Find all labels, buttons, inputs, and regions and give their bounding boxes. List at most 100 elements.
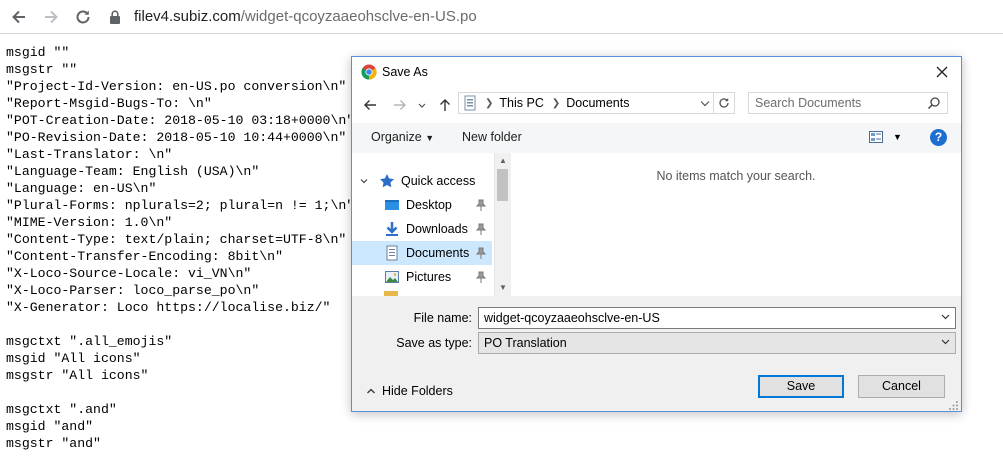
url-path: /widget-qcoyzaaeohsclve-en-US.po — [240, 8, 477, 25]
back-arrow-icon — [364, 100, 376, 110]
po-line: msgctxt ".all_emojis" — [6, 334, 173, 349]
hide-folders-toggle[interactable]: Hide Folders — [366, 384, 453, 398]
resize-grip-icon[interactable] — [949, 401, 959, 411]
file-name-field[interactable] — [478, 307, 956, 329]
nav-item-pictures[interactable]: Pictures — [352, 265, 492, 289]
dialog-forward-button[interactable] — [391, 96, 409, 114]
chevron-down-icon[interactable] — [941, 314, 950, 320]
po-line: "PO-Revision-Date: 2018-05-10 10:44+0000… — [6, 130, 347, 145]
up-arrow-icon — [440, 99, 450, 111]
save-type-label: Save as type: — [396, 336, 472, 350]
chrome-logo-icon — [361, 64, 377, 80]
breadcrumb-documents[interactable]: Documents — [566, 96, 629, 110]
close-button[interactable] — [931, 61, 953, 83]
po-line: msgstr "All icons" — [6, 368, 149, 383]
save-as-dialog: Save As ❯ This PC ❯ Documents Search Doc… — [351, 56, 962, 412]
desktop-folder-icon — [385, 200, 399, 210]
address-bar[interactable]: filev4.subiz.com/widget-qcoyzaaeohsclve-… — [108, 0, 477, 33]
po-line: "Content-Transfer-Encoding: 8bit\n" — [6, 249, 283, 264]
cancel-button[interactable]: Cancel — [858, 375, 945, 398]
po-line: "X-Loco-Source-Locale: vi_VN\n" — [6, 266, 252, 281]
organize-button[interactable]: Organize ▼ — [371, 130, 434, 144]
pin-icon — [476, 199, 486, 211]
chevron-down-icon — [941, 339, 950, 345]
breadcrumb-controls — [697, 93, 734, 113]
po-line: "X-Generator: Loco https://localise.biz/… — [6, 300, 331, 315]
scroll-down-icon[interactable]: ▼ — [498, 283, 508, 293]
file-name-label: File name: — [413, 311, 472, 325]
help-button[interactable]: ? — [930, 129, 947, 146]
dialog-navbar: ❯ This PC ❯ Documents — [352, 87, 961, 123]
caret-down-icon: ▼ — [425, 133, 435, 143]
browser-window: filev4.subiz.com/widget-qcoyzaaeohsclve-… — [0, 0, 1003, 459]
back-button[interactable] — [9, 7, 29, 27]
po-line: "POT-Creation-Date: 2018-05-10 03:18+000… — [6, 113, 355, 128]
organize-label: Organize — [371, 130, 422, 144]
reload-button[interactable] — [73, 7, 93, 27]
nav-item-label: Quick access — [401, 174, 476, 188]
po-line: "Project-Id-Version: en-US.po conversion… — [6, 79, 347, 94]
file-name-input[interactable] — [484, 310, 924, 326]
view-icon — [869, 131, 883, 143]
nav-item-desktop[interactable]: Desktop — [352, 193, 492, 217]
hide-folders-label: Hide Folders — [382, 384, 453, 398]
pictures-icon — [385, 271, 399, 283]
view-options-button[interactable]: ▼ — [869, 131, 902, 143]
up-folder-button[interactable] — [436, 96, 454, 114]
file-list-pane[interactable]: No items match your search. — [510, 153, 961, 296]
nav-item-label: Pictures — [406, 270, 452, 284]
forward-arrow-icon — [45, 10, 58, 24]
po-line: msgid "" — [6, 45, 70, 60]
po-line: msgstr "and" — [6, 436, 101, 451]
reload-icon — [76, 10, 90, 24]
nav-item-downloads[interactable]: Downloads — [352, 217, 492, 241]
dialog-title: Save As — [382, 65, 428, 79]
refresh-icon[interactable] — [713, 93, 734, 113]
expand-chevron-icon[interactable] — [359, 176, 369, 186]
scroll-up-icon[interactable]: ▲ — [498, 156, 508, 166]
search-input[interactable] — [755, 95, 920, 111]
new-folder-button[interactable]: New folder — [462, 130, 522, 144]
url-text: filev4.subiz.com/widget-qcoyzaaeohsclve-… — [134, 8, 477, 25]
nav-item-quick-access[interactable]: Quick access — [352, 169, 492, 193]
forward-button[interactable] — [41, 7, 61, 27]
breadcrumb[interactable]: ❯ This PC ❯ Documents — [458, 92, 735, 114]
search-box[interactable] — [748, 92, 948, 114]
dialog-file-area: Quick access Desktop Downloads Documents — [352, 153, 961, 296]
po-line: "Content-Type: text/plain; charset=UTF-8… — [6, 232, 347, 247]
po-line: "Last-Translator: \n" — [6, 147, 173, 162]
chevron-up-icon — [367, 388, 375, 394]
dialog-titlebar: Save As — [352, 57, 961, 87]
po-line: "Report-Msgid-Bugs-To: \n" — [6, 96, 212, 111]
po-line: msgctxt ".and" — [6, 402, 117, 417]
nav-scrollbar[interactable]: ▲ ▼ — [494, 153, 510, 296]
save-type-select[interactable]: PO Translation — [478, 332, 956, 354]
forward-arrow-icon — [394, 100, 406, 110]
nav-item-label: Downloads — [406, 222, 468, 236]
po-line — [6, 316, 354, 333]
po-line: "X-Loco-Parser: loco_parse_po\n" — [6, 283, 260, 298]
empty-message: No items match your search. — [656, 169, 816, 183]
save-button[interactable]: Save — [758, 375, 844, 398]
breadcrumb-dropdown-icon[interactable] — [697, 93, 713, 113]
breadcrumb-chevron-icon: ❯ — [551, 97, 561, 109]
back-arrow-icon — [12, 10, 25, 24]
search-icon[interactable] — [927, 96, 941, 110]
po-line: "MIME-Version: 1.0\n" — [6, 215, 173, 230]
recent-locations-button[interactable] — [416, 96, 428, 114]
dialog-back-button[interactable] — [361, 96, 379, 114]
navigation-pane: Quick access Desktop Downloads Documents — [352, 153, 494, 296]
nav-item-documents[interactable]: Documents — [352, 241, 492, 265]
documents-icon — [386, 245, 398, 261]
download-arrow-icon — [386, 222, 398, 236]
po-line: msgid "All icons" — [6, 351, 141, 366]
chevron-down-icon — [418, 103, 426, 108]
url-host: filev4.subiz.com — [134, 8, 241, 25]
nav-item-label: Desktop — [406, 198, 452, 212]
close-icon — [936, 66, 948, 78]
breadcrumb-chevron-icon: ❯ — [485, 97, 494, 109]
po-file-content: msgid "" msgstr "" "Project-Id-Version: en… — [6, 44, 354, 452]
po-line — [6, 384, 354, 401]
scroll-thumb[interactable] — [497, 169, 508, 201]
breadcrumb-this-pc[interactable]: This PC — [499, 96, 543, 110]
